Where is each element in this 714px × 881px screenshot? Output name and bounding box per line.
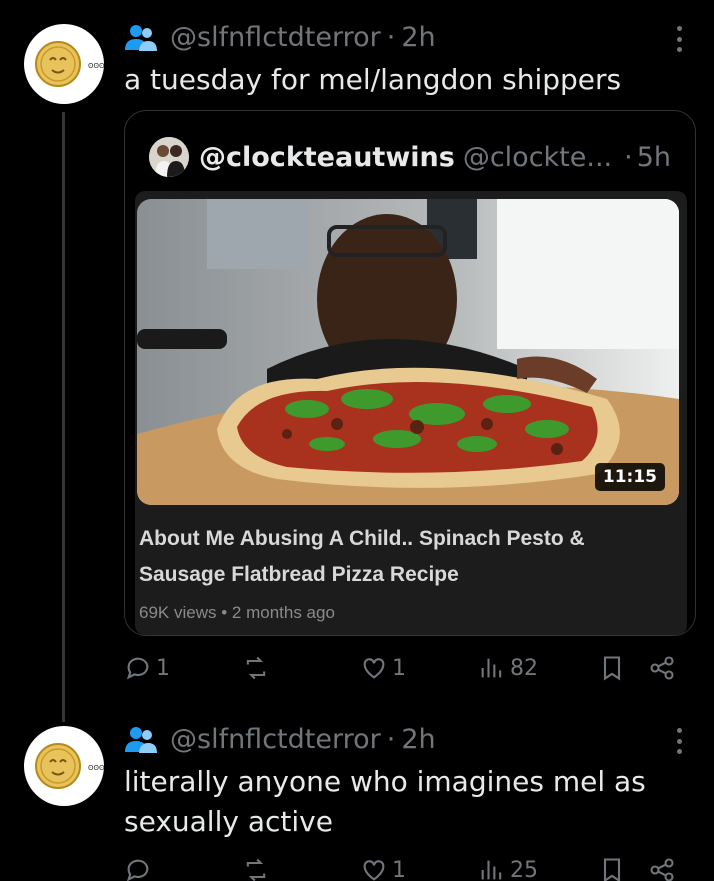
share-button[interactable] xyxy=(648,654,676,682)
reply-icon xyxy=(126,657,149,680)
quoted-user-avatar[interactable] xyxy=(149,137,189,177)
thread-connector-line xyxy=(62,112,65,722)
more-icon[interactable] xyxy=(672,24,686,54)
views-count: 25 xyxy=(510,857,538,881)
quoted-display-name[interactable]: @clockteautwins xyxy=(199,142,455,173)
repost-icon xyxy=(246,656,266,680)
header-separator: · xyxy=(386,22,396,53)
pizza-video-thumbnail-image xyxy=(137,199,679,505)
repost-button[interactable] xyxy=(242,856,274,881)
coin-face-avatar-image: ʘʘʘ xyxy=(35,743,104,789)
reply-icon xyxy=(127,859,149,881)
quoted-time[interactable]: 5h xyxy=(637,142,671,173)
like-count: 1 xyxy=(392,857,406,881)
quoted-avatar-image xyxy=(149,137,189,177)
views-count: 82 xyxy=(510,655,538,681)
quoted-post[interactable]: @clockteautwins @clockte... · 5h 11:15 A… xyxy=(124,110,696,636)
header-separator: · xyxy=(386,724,396,755)
post-text: literally anyone who imagines mel as sex… xyxy=(124,765,646,838)
video-title[interactable]: About Me Abusing A Child.. Spinach Pesto… xyxy=(139,521,659,593)
post-time[interactable]: 2h xyxy=(401,724,435,755)
reply-button[interactable] xyxy=(124,856,156,881)
group-icon xyxy=(125,726,157,753)
more-icon[interactable] xyxy=(672,726,686,756)
video-meta: 69K views • 2 months ago xyxy=(139,603,335,623)
reply-button[interactable]: 1 xyxy=(124,654,170,682)
like-icon xyxy=(363,860,385,881)
post-time[interactable]: 2h xyxy=(401,22,435,53)
share-icon xyxy=(650,656,674,680)
post-actions-bar: 1 25 xyxy=(124,856,686,881)
quoted-post-header: @clockteautwins @clockte... · 5h xyxy=(149,137,671,177)
repost-button[interactable] xyxy=(242,654,274,682)
like-count: 1 xyxy=(392,655,406,681)
svg-text:ʘʘʘ: ʘʘʘ xyxy=(88,62,104,70)
video-card[interactable]: 11:15 About Me Abusing A Child.. Spinach… xyxy=(135,191,687,635)
views-icon xyxy=(481,658,502,678)
repost-icon xyxy=(246,858,266,881)
quoted-header-separator: · xyxy=(624,141,633,173)
share-icon xyxy=(650,858,674,881)
bookmark-icon xyxy=(603,656,621,681)
video-views: 69K views xyxy=(139,603,217,622)
quoted-handle[interactable]: @clockte... xyxy=(463,142,612,173)
video-duration-badge: 11:15 xyxy=(594,463,665,491)
like-button[interactable]: 1 xyxy=(360,856,406,881)
views-icon xyxy=(481,860,502,880)
post-handle[interactable]: @slfnflctdterror xyxy=(170,22,381,53)
post-handle[interactable]: @slfnflctdterror xyxy=(170,724,381,755)
coin-face-avatar-image: ʘʘʘ xyxy=(35,41,104,87)
views-button[interactable]: 25 xyxy=(478,856,538,881)
svg-text:ʘʘʘ: ʘʘʘ xyxy=(88,764,104,772)
views-button[interactable]: 82 xyxy=(478,654,538,682)
video-age: 2 months ago xyxy=(231,603,335,622)
bookmark-button[interactable] xyxy=(598,654,626,682)
bookmark-button[interactable] xyxy=(598,856,626,881)
post-header: @slfnflctdterror · 2h xyxy=(124,22,436,53)
reply-count: 1 xyxy=(156,655,170,681)
user-avatar[interactable]: ʘʘʘ xyxy=(24,726,104,806)
post-header: @slfnflctdterror · 2h xyxy=(124,724,436,755)
video-meta-separator: • xyxy=(221,603,228,622)
like-icon xyxy=(363,658,385,679)
post-text: a tuesday for mel/langdon shippers xyxy=(124,63,622,96)
like-button[interactable]: 1 xyxy=(360,654,406,682)
user-avatar[interactable]: ʘʘʘ xyxy=(24,24,104,104)
group-icon xyxy=(125,24,157,51)
post-actions-bar: 1 1 82 xyxy=(124,654,686,694)
share-button[interactable] xyxy=(648,856,676,881)
video-thumbnail[interactable]: 11:15 xyxy=(137,199,679,505)
bookmark-icon xyxy=(603,858,621,881)
